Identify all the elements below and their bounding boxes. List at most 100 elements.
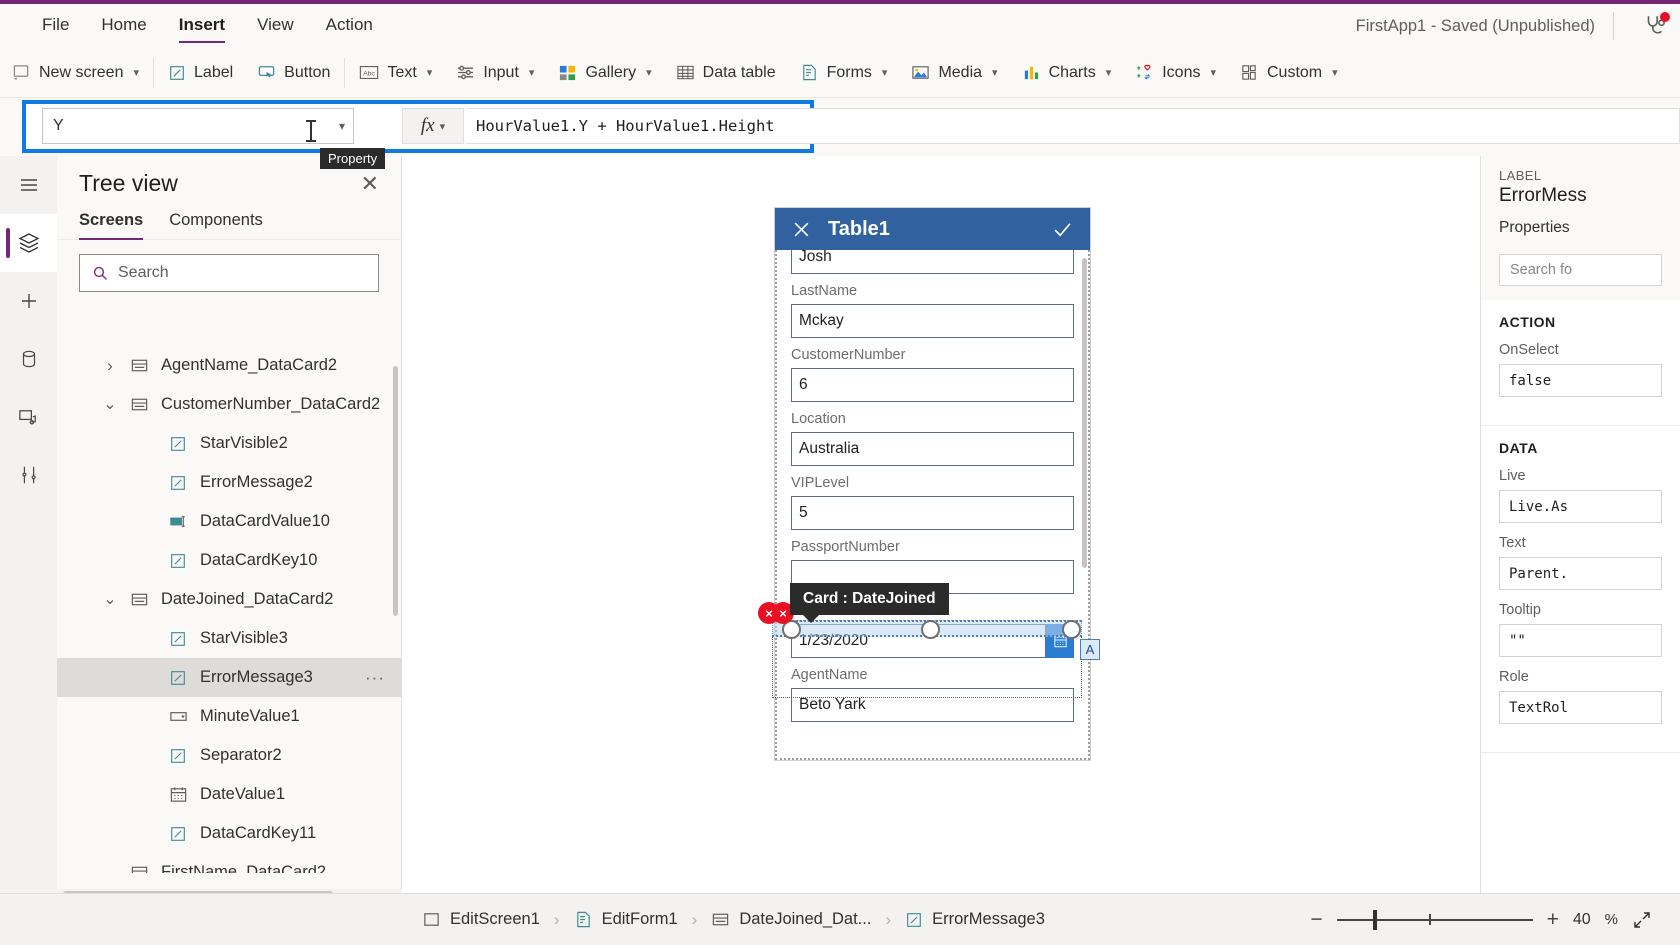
advanced-tools-button[interactable]: [0, 446, 57, 504]
fx-button[interactable]: fx ▾: [402, 108, 464, 144]
app-checker-icon[interactable]: [1642, 12, 1670, 39]
tree-item-datevalue1[interactable]: DateValue1: [57, 775, 401, 814]
tree-item-label: StarVisible2: [200, 434, 288, 452]
breadcrumb-item-datejoineddat[interactable]: DateJoined_Dat...: [705, 910, 877, 929]
tree-item-datejoined-datacard2[interactable]: ⌄ DateJoined_DataCard2: [57, 580, 401, 619]
resize-handle-right[interactable]: [1062, 620, 1081, 639]
menu-item-insert[interactable]: Insert: [165, 7, 239, 45]
alignment-badge[interactable]: A: [1080, 639, 1100, 660]
menu-item-view[interactable]: View: [243, 7, 308, 45]
tree-item-datacardkey10[interactable]: DataCardKey10: [57, 541, 401, 580]
tree-item-label: DataCardKey10: [200, 551, 318, 569]
tree-item-agentname-datacard2[interactable]: › AgentName_DataCard2: [57, 346, 401, 385]
chevron-down-icon: ▾: [426, 67, 433, 79]
hamburger-menu-button[interactable]: [0, 156, 57, 214]
forms-icon: [800, 63, 819, 82]
insert-button[interactable]: [0, 272, 57, 330]
field-value[interactable]: Josh: [791, 250, 1074, 274]
edit-form[interactable]: Josh LastName Mckay CustomerNumber 6 Location…: [775, 250, 1090, 760]
properties-search-box[interactable]: Search fo: [1499, 254, 1662, 286]
tree-item-errormessage3[interactable]: ErrorMessage3 ···: [57, 658, 401, 697]
tree-item-errormessage2[interactable]: ErrorMessage2: [57, 463, 401, 502]
ribbon-charts[interactable]: Charts ▾: [1010, 54, 1124, 92]
checkmark-icon[interactable]: [1051, 218, 1074, 241]
tree-view-list[interactable]: › AgentName_DataCard2 ⌄ CustomerNumber_Da…: [57, 346, 401, 873]
breadcrumb-item-editform1[interactable]: EditForm1: [568, 910, 684, 929]
app-title: FirstApp1 - Saved (Unpublished): [1355, 16, 1595, 35]
label-icon: [167, 669, 189, 687]
field-value[interactable]: 6: [791, 368, 1074, 402]
chevron-placeholder: [142, 476, 156, 490]
app-canvas[interactable]: Table1 Josh LastName Mckay CustomerNumber 6 L…: [402, 156, 1480, 893]
search-input[interactable]: [118, 264, 370, 282]
zoom-slider[interactable]: [1336, 909, 1533, 930]
tree-item-separator2[interactable]: Separator2: [57, 736, 401, 775]
property-label: Text: [1499, 535, 1526, 551]
ribbon-forms-label: Forms: [826, 63, 872, 81]
ribbon-forms[interactable]: Forms ▾: [788, 54, 900, 92]
form-scrollbar[interactable]: [1082, 258, 1087, 568]
tree-item-customernumber-datacard2[interactable]: ⌄ CustomerNumber_DataCard2: [57, 385, 401, 424]
tree-item-datacardkey11[interactable]: DataCardKey11: [57, 814, 401, 853]
property-value-input[interactable]: Live.As: [1499, 490, 1662, 523]
tab-components[interactable]: Components: [169, 211, 263, 239]
fit-to-screen-icon[interactable]: [1632, 910, 1652, 930]
screen-preview[interactable]: Table1 Josh LastName Mckay CustomerNumber 6 L…: [775, 208, 1090, 760]
tree-item-firstname-datacard2[interactable]: ⌄ FirstName_DataCard2: [57, 853, 401, 873]
tree-item-datacardvalue10[interactable]: DataCardValue10: [57, 502, 401, 541]
formula-input[interactable]: HourValue1.Y + HourValue1.Height: [466, 108, 1680, 144]
ribbon-text[interactable]: Abc Text ▾: [347, 54, 444, 92]
zoom-slider-thumb[interactable]: [1372, 909, 1377, 930]
property-value-input[interactable]: false: [1499, 364, 1662, 397]
field-value[interactable]: Beto Yark: [791, 688, 1074, 722]
zoom-out-button[interactable]: −: [1310, 909, 1322, 930]
tab-properties[interactable]: Properties: [1499, 219, 1570, 237]
tree-view-button[interactable]: [0, 214, 57, 272]
button-icon: [257, 63, 276, 82]
tree-item-label: AgentName_DataCard2: [161, 356, 338, 374]
ribbon-label[interactable]: Label: [156, 54, 245, 92]
chevron-down-icon[interactable]: ⌄: [103, 864, 117, 873]
chevron-down-icon[interactable]: ⌄: [103, 396, 117, 412]
ribbon-button[interactable]: Button: [245, 54, 342, 92]
ribbon-icons[interactable]: Icons ▾: [1123, 54, 1228, 92]
breadcrumb-item-editscreen1[interactable]: EditScreen1: [416, 910, 546, 929]
ribbon-input[interactable]: Input ▾: [444, 54, 546, 92]
chevron-down-icon[interactable]: ▾: [339, 119, 345, 133]
property-selector[interactable]: Y ▾: [42, 108, 354, 144]
tab-screens[interactable]: Screens: [79, 211, 144, 240]
formula-bar-row: Y ▾ = fx ▾ HourValue1.Y + HourValue1.Hei…: [0, 98, 1680, 237]
ribbon-gallery[interactable]: Gallery ▾: [546, 54, 663, 92]
ribbon-data-table[interactable]: Data table: [664, 54, 788, 92]
tree-item-starvisible3[interactable]: StarVisible3: [57, 619, 401, 658]
close-icon[interactable]: [791, 219, 812, 240]
close-icon[interactable]: ✕: [361, 172, 379, 195]
textinput-icon: [167, 512, 189, 531]
property-value-input[interactable]: TextRol: [1499, 691, 1662, 724]
ribbon-media[interactable]: Media ▾: [899, 54, 1009, 92]
field-value[interactable]: Mckay: [791, 304, 1074, 338]
tree-vertical-scrollbar[interactable]: [393, 366, 398, 616]
menu-item-action[interactable]: Action: [312, 7, 387, 45]
chevron-down-icon[interactable]: ⌄: [103, 591, 117, 607]
tree-item-label: DateValue1: [200, 785, 286, 803]
menu-item-home[interactable]: Home: [87, 7, 160, 45]
resize-handle-middle[interactable]: [921, 620, 940, 639]
tree-search-box[interactable]: [79, 254, 379, 292]
field-value[interactable]: Australia: [791, 432, 1074, 466]
tree-item-starvisible2[interactable]: StarVisible2: [57, 424, 401, 463]
property-value-input[interactable]: Parent.: [1499, 557, 1662, 590]
ribbon-custom[interactable]: Custom ▾: [1228, 54, 1350, 92]
data-button[interactable]: [0, 330, 57, 388]
title-divider: [1613, 12, 1614, 40]
media-button[interactable]: [0, 388, 57, 446]
tree-item-more-button[interactable]: ···: [365, 668, 385, 688]
breadcrumb-item-errormessage3[interactable]: ErrorMessage3: [899, 910, 1051, 929]
chevron-right-icon[interactable]: ›: [103, 356, 117, 376]
tree-item-minutevalue1[interactable]: MinuteValue1: [57, 697, 401, 736]
menu-item-file[interactable]: File: [28, 7, 83, 45]
ribbon-new-screen[interactable]: New screen ▾: [0, 54, 151, 92]
field-value[interactable]: 5: [791, 496, 1074, 530]
zoom-in-button[interactable]: +: [1547, 909, 1559, 930]
property-value-input[interactable]: "": [1499, 624, 1662, 657]
